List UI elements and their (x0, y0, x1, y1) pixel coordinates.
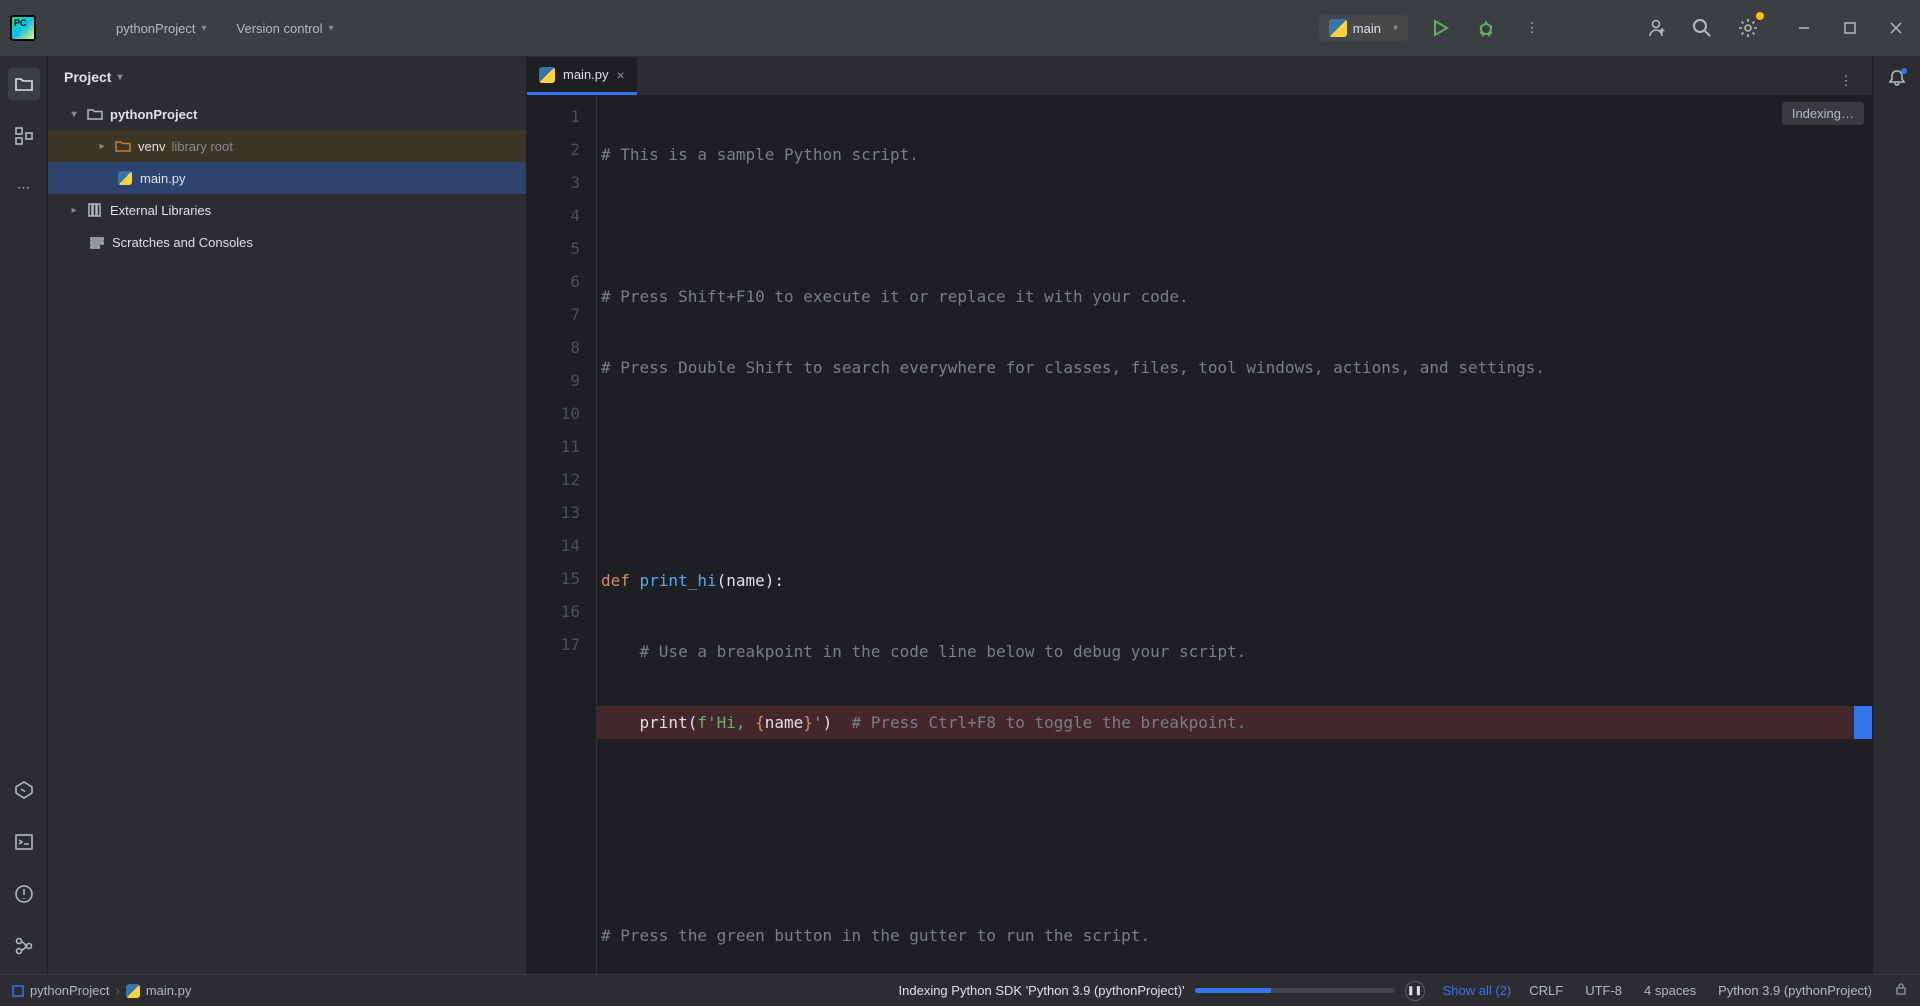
breadcrumb-item[interactable]: pythonProject (30, 983, 110, 998)
tree-venv-folder[interactable]: ▸ venv library root (48, 130, 526, 162)
line-number[interactable]: 9 (527, 364, 596, 397)
line-number[interactable]: 13 (527, 496, 596, 529)
line-number[interactable]: 1 (527, 100, 596, 133)
problems-tool-button[interactable] (8, 878, 40, 910)
line-number[interactable]: 14 (527, 529, 596, 562)
app-icon (10, 15, 36, 41)
chevron-right-icon[interactable]: ▸ (96, 141, 108, 152)
more-tool-windows-button[interactable]: ⋯ (8, 172, 40, 204)
editor-area: main.py × ⋮ Indexing… 1 2 3 4 5 6 7 8 9 … (527, 56, 1872, 974)
tree-label: main.py (140, 171, 186, 186)
chevron-down-icon: ▾ (1393, 23, 1398, 34)
chevron-right-icon[interactable]: ▸ (68, 205, 80, 216)
chevron-down-icon: ▾ (329, 23, 334, 34)
folder-icon (86, 106, 104, 122)
tree-scratches[interactable]: Scratches and Consoles (48, 226, 526, 258)
left-tool-strip: ⋯ (0, 56, 48, 974)
run-config-name: main (1353, 21, 1381, 36)
code-with-me-button[interactable] (1642, 14, 1670, 42)
breadcrumb[interactable]: pythonProject › main.py (12, 983, 191, 998)
debug-button[interactable] (1472, 14, 1500, 42)
python-file-icon (116, 171, 134, 185)
panel-title: Project (64, 69, 111, 85)
python-file-icon (126, 984, 140, 998)
editor-tabs: main.py × ⋮ (527, 56, 1872, 96)
line-number[interactable]: 17 (527, 628, 596, 661)
tree-file-main[interactable]: main.py (48, 162, 526, 194)
chevron-down-icon: ▾ (117, 72, 122, 83)
maximize-button[interactable] (1836, 14, 1864, 42)
line-number[interactable]: 16 (527, 595, 596, 628)
more-actions-button[interactable]: ⋮ (1518, 14, 1546, 42)
indent-status[interactable]: 4 spaces (1644, 983, 1696, 998)
chevron-down-icon[interactable]: ▾ (68, 109, 80, 120)
module-icon (12, 985, 24, 997)
scratches-icon (88, 234, 106, 250)
folder-icon (114, 138, 132, 154)
vcs-tool-button[interactable] (8, 930, 40, 962)
project-dropdown[interactable]: pythonProject ▾ (116, 21, 207, 36)
python-file-icon (539, 67, 555, 83)
python-icon (1329, 19, 1347, 37)
line-number[interactable]: 6 (527, 265, 596, 298)
editor-body[interactable]: Indexing… 1 2 3 4 5 6 7 8 9 10 11 12 13 … (527, 96, 1872, 974)
tree-project-root[interactable]: ▾ pythonProject (48, 98, 526, 130)
titlebar: pythonProject ▾ Version control ▾ main ▾… (0, 0, 1920, 56)
line-number[interactable]: 12 (527, 463, 596, 496)
settings-button[interactable] (1734, 14, 1762, 42)
search-everywhere-button[interactable] (1688, 14, 1716, 42)
line-number[interactable]: 4 (527, 199, 596, 232)
project-name-label: pythonProject (116, 21, 196, 36)
vcs-label: Version control (237, 21, 323, 36)
right-tool-strip (1872, 56, 1920, 974)
tree-label: Scratches and Consoles (112, 235, 253, 250)
tree-tag: library root (171, 139, 232, 154)
line-separator-status[interactable]: CRLF (1529, 983, 1563, 998)
tree-label: pythonProject (110, 107, 197, 122)
tree-label: venv (138, 139, 165, 154)
show-all-tasks-link[interactable]: Show all (2) (1443, 983, 1512, 998)
indexing-status-text: Indexing Python SDK 'Python 3.9 (pythonP… (899, 983, 1185, 998)
line-number[interactable]: 8 (527, 331, 596, 364)
project-panel: Project ▾ ▾ pythonProject ▸ venv library… (48, 56, 527, 974)
notifications-button[interactable] (1887, 68, 1907, 91)
line-number[interactable]: 7 (527, 298, 596, 331)
run-config-selector[interactable]: main ▾ (1319, 15, 1408, 41)
line-number[interactable]: 15 (527, 562, 596, 595)
status-bar: pythonProject › main.py Indexing Python … (0, 974, 1920, 1006)
tree-external-libs[interactable]: ▸ External Libraries (48, 194, 526, 226)
terminal-tool-button[interactable] (8, 826, 40, 858)
pause-indexing-button[interactable]: ❚❚ (1405, 981, 1425, 1001)
line-number[interactable]: 11 (527, 430, 596, 463)
line-number[interactable]: 3 (527, 166, 596, 199)
line-number[interactable]: 2 (527, 133, 596, 166)
encoding-status[interactable]: UTF-8 (1585, 983, 1622, 998)
vcs-dropdown[interactable]: Version control ▾ (237, 21, 334, 36)
editor-more-button[interactable]: ⋮ (1832, 67, 1860, 95)
structure-tool-button[interactable] (8, 120, 40, 152)
indexing-progress (1195, 988, 1395, 993)
run-button[interactable] (1426, 14, 1454, 42)
code-content[interactable]: # This is a sample Python script. # Pres… (597, 96, 1872, 974)
main-menu-button[interactable] (58, 14, 86, 42)
tab-filename: main.py (563, 67, 609, 82)
breadcrumb-item[interactable]: main.py (146, 983, 192, 998)
library-icon (86, 202, 104, 218)
read-only-toggle[interactable] (1894, 982, 1908, 999)
line-number[interactable]: 10 (527, 397, 596, 430)
line-number[interactable]: 5 (527, 232, 596, 265)
close-window-button[interactable] (1882, 14, 1910, 42)
minimize-button[interactable] (1790, 14, 1818, 42)
chevron-right-icon: › (116, 983, 120, 998)
tree-label: External Libraries (110, 203, 211, 218)
chevron-down-icon: ▾ (202, 23, 207, 34)
project-tree: ▾ pythonProject ▸ venv library root main… (48, 98, 526, 258)
project-tool-button[interactable] (8, 68, 40, 100)
project-panel-header[interactable]: Project ▾ (48, 56, 526, 98)
interpreter-status[interactable]: Python 3.9 (pythonProject) (1718, 983, 1872, 998)
editor-tab-main[interactable]: main.py × (527, 57, 637, 95)
editor-gutter[interactable]: 1 2 3 4 5 6 7 8 9 10 11 12 13 14 15 16 1… (527, 96, 597, 974)
close-tab-button[interactable]: × (617, 67, 625, 83)
services-tool-button[interactable] (8, 774, 40, 806)
